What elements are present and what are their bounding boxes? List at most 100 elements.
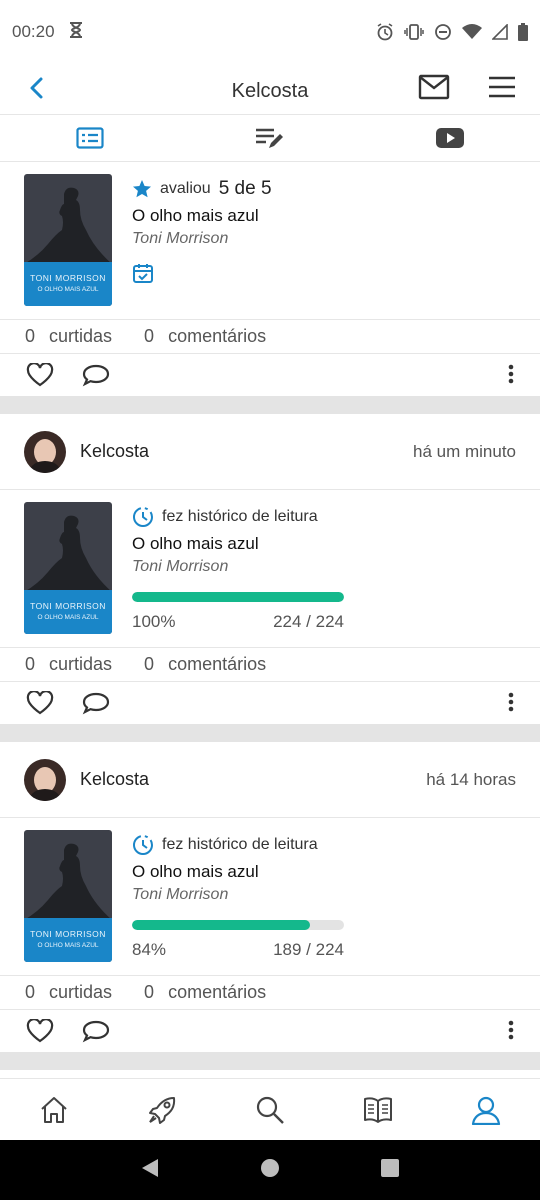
book-title[interactable]: O olho mais azul [132,206,352,228]
comment-button[interactable] [82,691,110,715]
post-time: há um minuto [413,441,516,461]
page-title: Kelcosta [231,80,309,102]
pages-read: 189 / 224 [273,940,344,959]
cover-author: TONI MORRISON [30,929,106,939]
tab-feed[interactable] [0,115,180,161]
rocket-icon [149,1096,176,1124]
nav-profile[interactable] [432,1079,540,1140]
clock-history-icon [132,506,154,528]
post-body: TONI MORRISON O OLHO MAIS AZUL fez histó… [0,490,540,648]
silhouette-illustration [24,187,112,264]
post-reading: Kelcosta há um minuto TONI MORRISON O OL… [0,414,540,724]
book-author[interactable]: Toni Morrison [132,230,352,252]
mail-icon [418,74,450,100]
post-separator [0,1052,540,1070]
comments-count: 0 [144,326,155,346]
comments-label[interactable]: comentários [168,654,266,675]
profile-tabs [0,114,540,162]
action-line: avaliou 5 de 5 [132,176,352,202]
likes-count: 0 [25,326,36,346]
more-options-button[interactable] [508,692,514,717]
action-text: fez histórico de leitura [162,508,318,525]
hourglass-icon [69,21,83,43]
book-author[interactable]: Toni Morrison [132,558,352,580]
square-recents-icon [381,1158,400,1177]
book-title[interactable]: O olho mais azul [132,862,352,884]
post-info: fez histórico de leitura O olho mais azu… [132,832,352,960]
app-header: Kelcosta [0,64,540,114]
vibrate-icon [404,24,424,40]
nav-explore[interactable] [108,1079,216,1140]
profile-icon [471,1096,501,1125]
more-vertical-icon [508,1020,514,1040]
system-home-button[interactable] [260,1158,280,1183]
likes-label[interactable]: curtidas [49,326,112,347]
post-rating: TONI MORRISON O OLHO MAIS AZUL avaliou 5… [0,162,540,396]
status-bar: 00:20 [0,0,540,64]
username[interactable]: Kelcosta [80,441,149,462]
post-body: TONI MORRISON O OLHO MAIS AZUL fez histó… [0,818,540,976]
avatar[interactable] [24,758,66,801]
rating-value: 5 de 5 [218,178,272,199]
likes-count: 0 [25,654,36,674]
bottom-navigation [0,1078,540,1140]
video-play-icon [436,128,464,148]
post-user: Kelcosta há um minuto [0,414,540,490]
post-counts: 0 curtidas 0 comentários [0,976,540,1010]
reading-progress-bar [132,920,344,930]
username[interactable]: Kelcosta [80,769,149,790]
system-navigation-bar [0,1140,540,1200]
system-back-button[interactable] [141,1158,159,1183]
more-options-button[interactable] [508,1020,514,1045]
post-actions [0,354,540,396]
post-time: há 14 horas [426,769,516,789]
action-text: fez histórico de leitura [162,836,318,853]
nav-library[interactable] [324,1079,432,1140]
signal-icon [492,24,508,40]
book-cover[interactable]: TONI MORRISON O OLHO MAIS AZUL [24,830,112,962]
search-icon [256,1096,284,1124]
like-button[interactable] [26,691,54,715]
comment-button[interactable] [82,363,110,387]
book-cover[interactable]: TONI MORRISON O OLHO MAIS AZUL [24,174,112,306]
comments-label[interactable]: comentários [168,982,266,1003]
post-separator [0,396,540,414]
post-reading: Kelcosta há 14 horas TONI MORRISON O OLH… [0,742,540,1052]
cover-band: TONI MORRISON O OLHO MAIS AZUL [24,262,112,306]
like-button[interactable] [26,363,54,387]
likes-label[interactable]: curtidas [49,654,112,675]
like-button[interactable] [26,1019,54,1043]
silhouette-illustration [24,515,112,592]
avatar[interactable] [24,430,66,473]
book-cover[interactable]: TONI MORRISON O OLHO MAIS AZUL [24,502,112,634]
comments-label[interactable]: comentários [168,326,266,347]
book-title[interactable]: O olho mais azul [132,534,352,556]
book-icon [364,1096,392,1123]
tab-videos[interactable] [360,115,540,161]
post-user: Kelcosta há 14 horas [0,742,540,818]
tab-reviews[interactable] [180,115,360,161]
menu-button[interactable] [488,76,516,103]
post-body: TONI MORRISON O OLHO MAIS AZUL avaliou 5… [0,162,540,320]
post-info: fez histórico de leitura O olho mais azu… [132,504,352,632]
system-recents-button[interactable] [381,1158,400,1182]
post-counts: 0 curtidas 0 comentários [0,648,540,682]
nav-search[interactable] [216,1079,324,1140]
more-vertical-icon [508,364,514,384]
progress-numbers: 100% 224 / 224 [132,612,344,632]
likes-count: 0 [25,982,36,1002]
comment-button[interactable] [82,1019,110,1043]
pages-read: 224 / 224 [273,612,344,631]
alarm-icon [376,23,394,41]
likes-label[interactable]: curtidas [49,982,112,1003]
cover-title: O OLHO MAIS AZUL [37,286,99,293]
status-time: 00:20 [12,22,55,41]
heart-icon [26,1019,54,1043]
comments-count: 0 [144,654,155,674]
cover-title: O OLHO MAIS AZUL [37,614,99,621]
messages-button[interactable] [418,74,450,105]
more-options-button[interactable] [508,364,514,389]
book-author[interactable]: Toni Morrison [132,886,352,908]
nav-home[interactable] [0,1079,108,1140]
cover-author: TONI MORRISON [30,601,106,611]
